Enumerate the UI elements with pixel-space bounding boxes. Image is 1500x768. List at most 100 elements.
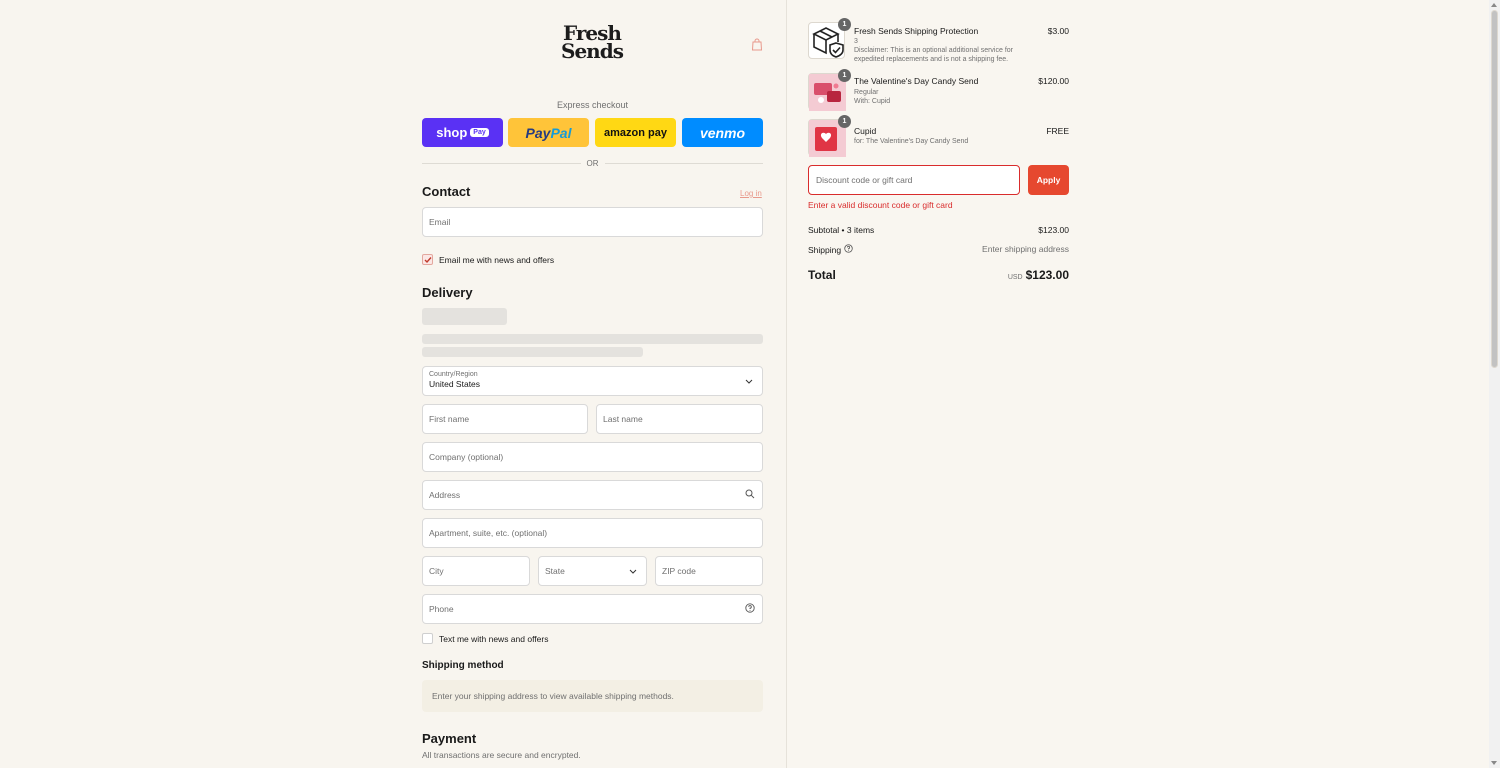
help-circle-icon[interactable] [844, 244, 853, 255]
page-scrollbar[interactable] [1489, 0, 1500, 768]
loading-skeleton-line [422, 347, 643, 357]
country-label: Country/Region [429, 371, 478, 378]
item-addon: With: Cupid [854, 98, 891, 105]
quantity-badge: 1 [838, 69, 851, 82]
payment-subtitle: All transactions are secure and encrypte… [422, 750, 581, 760]
discount-field[interactable] [808, 165, 1020, 195]
total-value: $123.00 [1025, 268, 1069, 282]
item-variant: Regular [854, 89, 879, 96]
phone-input[interactable] [429, 604, 762, 614]
item-price: $3.00 [1047, 26, 1069, 36]
email-input[interactable] [429, 217, 762, 227]
chevron-down-icon [745, 376, 753, 386]
apartment-input[interactable] [429, 528, 762, 538]
order-summary-panel [786, 0, 1489, 768]
item-name: Cupid [854, 126, 877, 136]
scroll-up-icon[interactable] [1491, 3, 1497, 7]
last-name-field[interactable] [596, 404, 763, 434]
state-placeholder: State [545, 566, 565, 576]
shop-pay-text: shop [436, 125, 468, 140]
loading-skeleton-block [422, 308, 507, 325]
shipping-label-group: Shipping [808, 244, 853, 255]
newsletter-label: Email me with news and offers [439, 254, 555, 265]
fresh-sends-logo[interactable]: Fresh Sends [556, 23, 628, 66]
amazon-pay-button[interactable]: amazon pay [595, 118, 676, 147]
scrollbar-thumb[interactable] [1491, 10, 1498, 368]
city-input[interactable] [429, 566, 529, 576]
list-item: 1 Cupid for: The Valentine's Day Candy S… [808, 115, 1069, 157]
venmo-button[interactable]: venmo [682, 118, 763, 147]
first-name-input[interactable] [429, 414, 587, 424]
shipping-method-title: Shipping method [422, 660, 504, 671]
contact-title: Contact [422, 184, 471, 199]
list-item: 1 Fresh Sends Shipping Protection 3 Disc… [808, 18, 1069, 64]
city-field[interactable] [422, 556, 530, 586]
shipping-method-note: Enter your shipping address to view avai… [422, 680, 763, 712]
shop-pay-pill: Pay [470, 128, 489, 137]
discount-error: Enter a valid discount code or gift card [808, 200, 953, 210]
logo-line-2: Sends [561, 39, 624, 63]
delivery-title: Delivery [422, 285, 473, 300]
newsletter-checkbox[interactable] [422, 254, 433, 265]
item-for: for: The Valentine's Day Candy Send [854, 138, 969, 145]
total-row: Total USD $123.00 [808, 268, 1069, 284]
item-name: The Valentine's Day Candy Send [854, 76, 979, 86]
subtotal-label: Subtotal • 3 items [808, 225, 875, 235]
item-price: FREE [1046, 126, 1069, 136]
zip-input[interactable] [662, 566, 762, 576]
payment-title: Payment [422, 731, 477, 746]
amazon-pay-text: amazon pay [604, 126, 667, 139]
quantity-badge: 1 [838, 18, 851, 31]
zip-field[interactable] [655, 556, 763, 586]
login-link[interactable]: Log in [740, 189, 762, 198]
check-icon [424, 256, 432, 263]
shopping-bag-icon[interactable] [751, 38, 763, 51]
or-divider: OR [422, 157, 763, 169]
product-thumbnail: 1 [808, 115, 851, 157]
paypal-button[interactable]: PayPal [508, 118, 589, 147]
checkout-form-panel: Fresh Sends Express checkout shop Pay Pa… [0, 0, 786, 768]
sms-checkbox[interactable] [422, 633, 433, 644]
last-name-input[interactable] [603, 414, 762, 424]
search-icon [745, 489, 755, 501]
address-field[interactable] [422, 480, 763, 510]
total-amount: USD $123.00 [1008, 268, 1069, 282]
country-select[interactable]: Country/Region United States [422, 366, 763, 396]
sms-label: Text me with news and offers [439, 633, 549, 644]
loading-skeleton-line [422, 334, 763, 344]
paypal-logo-part-2: Pal [550, 124, 572, 141]
item-disclaimer: Disclaimer: This is an optional addition… [854, 47, 1013, 63]
apply-button[interactable]: Apply [1028, 165, 1069, 195]
list-item: 1 The Valentine's Day Candy Send Regular… [808, 69, 1069, 111]
item-name: Fresh Sends Shipping Protection [854, 26, 979, 36]
product-thumbnail: 1 [808, 69, 851, 111]
venmo-text: venmo [699, 124, 746, 141]
paypal-logo-part-1: Pay [525, 124, 551, 141]
first-name-field[interactable] [422, 404, 588, 434]
item-variant: 3 [854, 38, 858, 45]
company-input[interactable] [429, 452, 762, 462]
discount-input[interactable] [816, 175, 1019, 185]
address-input[interactable] [429, 490, 762, 500]
chevron-down-icon [629, 566, 637, 576]
email-field[interactable] [422, 207, 763, 237]
total-label: Total [808, 268, 836, 282]
paypal-logo: PayPal [526, 125, 572, 141]
apartment-field[interactable] [422, 518, 763, 548]
or-label: OR [586, 158, 599, 168]
state-select[interactable]: State [538, 556, 647, 586]
product-thumbnail: 1 [808, 18, 851, 59]
sms-option[interactable]: Text me with news and offers [422, 633, 548, 644]
phone-field[interactable] [422, 594, 763, 624]
help-circle-icon[interactable] [745, 603, 755, 615]
currency-code: USD [1007, 274, 1023, 281]
newsletter-option[interactable]: Email me with news and offers [422, 254, 554, 265]
shipping-label: Shipping [808, 244, 842, 255]
subtotal-value: $123.00 [1038, 225, 1069, 235]
scroll-down-icon[interactable] [1491, 761, 1497, 765]
item-price: $120.00 [1038, 76, 1069, 86]
company-field[interactable] [422, 442, 763, 472]
shop-pay-button[interactable]: shop Pay [422, 118, 503, 147]
express-checkout-label: Express checkout [556, 100, 629, 110]
quantity-badge: 1 [838, 115, 851, 128]
